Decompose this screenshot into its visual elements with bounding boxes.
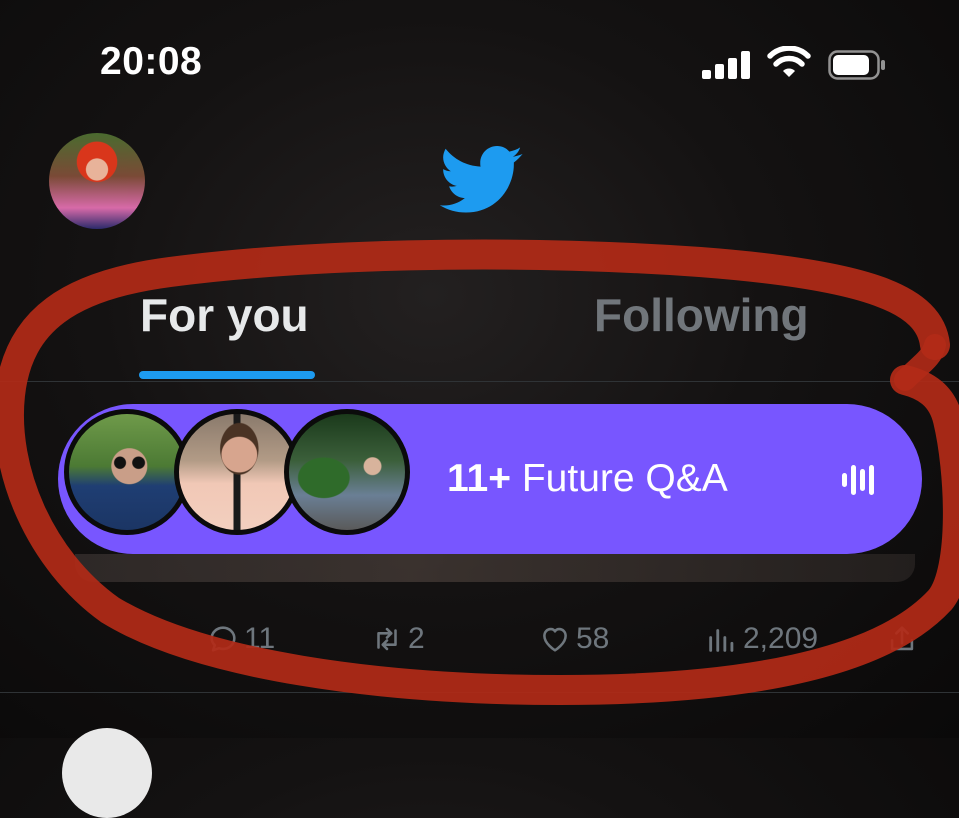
tweet-media-preview[interactable] bbox=[75, 554, 915, 582]
divider bbox=[0, 692, 959, 693]
space-title[interactable]: 11+ Future Q&A bbox=[447, 457, 728, 501]
reply-button[interactable]: 11 bbox=[206, 620, 275, 658]
like-count: 58 bbox=[576, 622, 610, 655]
heart-icon bbox=[543, 627, 567, 652]
space-speaker-avatar bbox=[174, 409, 300, 535]
space-speaker-avatar bbox=[284, 409, 410, 535]
profile-avatar[interactable] bbox=[49, 133, 145, 229]
wifi-icon bbox=[767, 46, 811, 77]
share-icon bbox=[890, 626, 914, 651]
like-button[interactable]: 58 bbox=[538, 620, 609, 658]
retweet-icon bbox=[377, 627, 397, 651]
views-icon bbox=[709, 629, 734, 652]
audio-bars-icon bbox=[842, 463, 874, 495]
share-button[interactable] bbox=[885, 620, 923, 658]
signal-icon bbox=[702, 51, 750, 79]
space-speaker-avatar bbox=[64, 409, 190, 535]
battery-icon bbox=[828, 50, 885, 80]
tab-following[interactable]: Following bbox=[594, 288, 809, 342]
views-count: 2,209 bbox=[743, 622, 819, 655]
status-time: 20:08 bbox=[100, 40, 203, 83]
active-tab-indicator bbox=[139, 371, 315, 379]
reply-icon bbox=[210, 626, 236, 652]
tweet-author-avatar[interactable] bbox=[62, 728, 152, 818]
retweet-count: 2 bbox=[408, 622, 425, 655]
space-name: Future Q&A bbox=[521, 457, 728, 500]
views-button[interactable]: 2,209 bbox=[705, 620, 818, 658]
twitter-bird-icon[interactable] bbox=[440, 146, 524, 216]
reply-count: 11 bbox=[244, 622, 276, 655]
retweet-button[interactable]: 2 bbox=[370, 620, 425, 658]
space-listener-count: 11+ bbox=[447, 457, 512, 500]
divider bbox=[0, 381, 959, 382]
tab-for-you[interactable]: For you bbox=[140, 288, 309, 342]
